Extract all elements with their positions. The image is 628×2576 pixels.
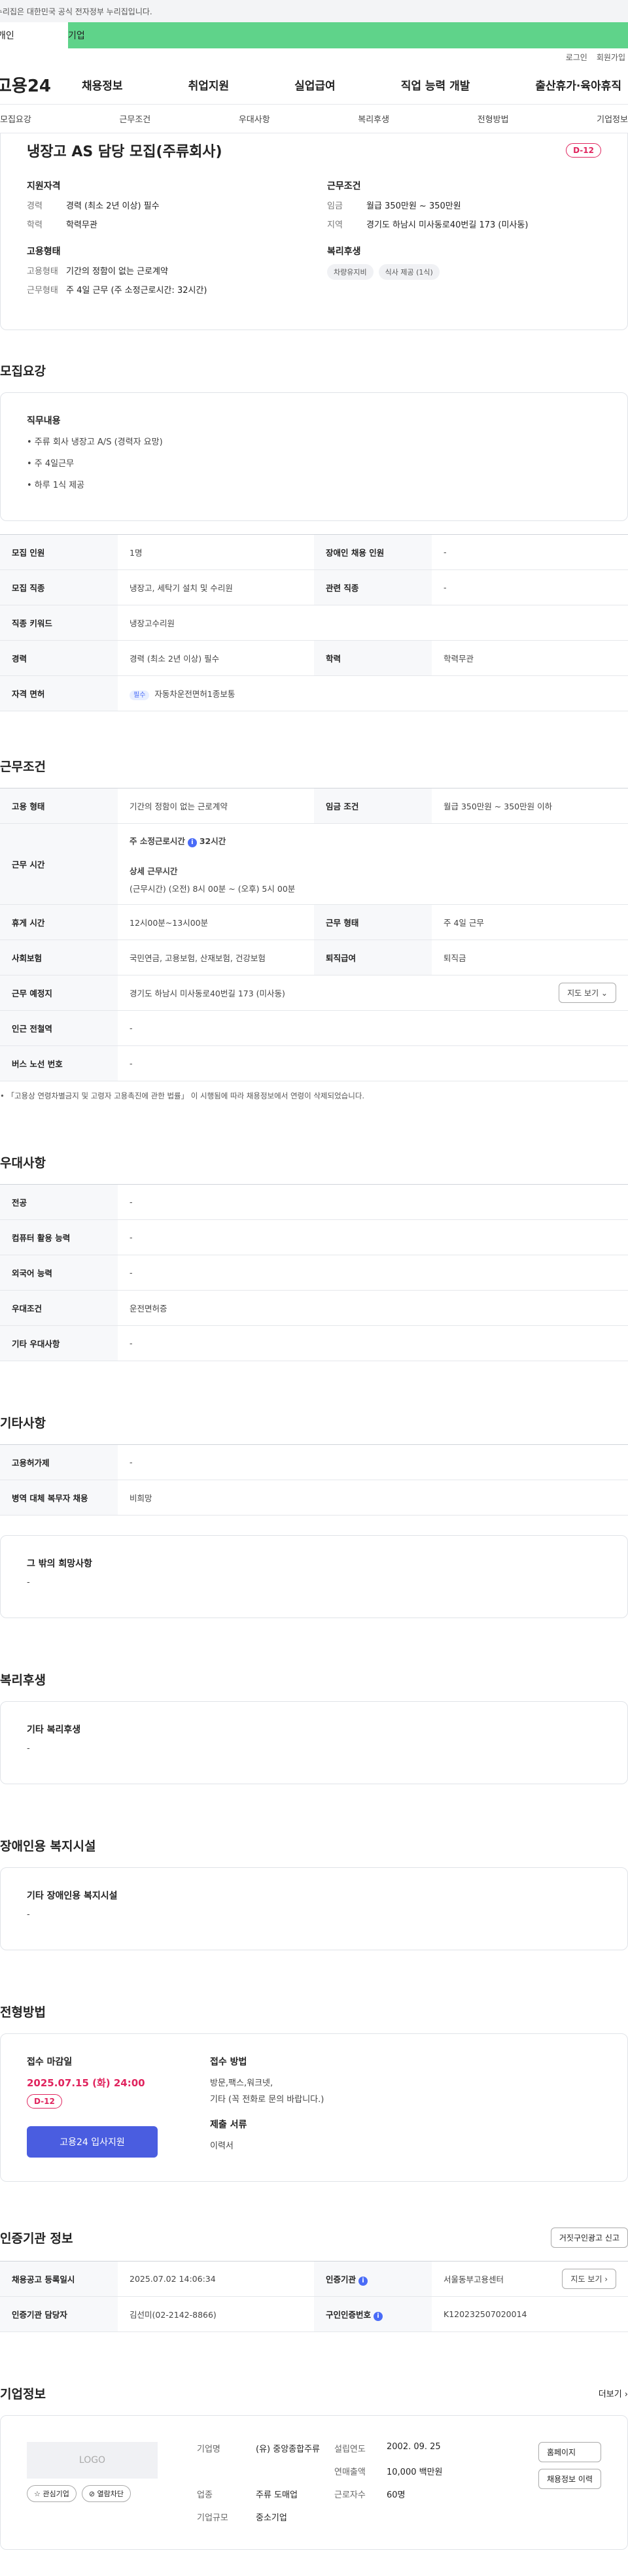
duty-heading: 직무내용 <box>27 416 61 426</box>
block-button[interactable]: ⊘ 열람차단 <box>81 2485 131 2502</box>
pref-title: 우대사항 <box>0 1156 46 1170</box>
work-title: 근무조건 <box>0 760 46 774</box>
process-title: 전형방법 <box>0 2005 46 2020</box>
table-row: 컴퓨터 활용 능력 - <box>0 1219 628 1255</box>
report-button[interactable]: 거짓구인광고 신고 <box>550 2228 628 2248</box>
utility-links: 로그인 회원가입 <box>0 48 628 65</box>
table-row: 사회보험 국민연금, 고용보험, 산재보험, 건강보험 퇴직급여 퇴직금 <box>0 940 628 975</box>
tab-business[interactable]: 기업 <box>68 22 628 48</box>
recruit-title: 모집요강 <box>0 364 46 379</box>
table-row: 근무 시간 주 소정근로시간 i 32시간 상세 근무시간 (근무시간) (오전) … <box>0 823 628 905</box>
more-link[interactable]: 더보기 › <box>599 2387 628 2399</box>
logo[interactable]: 고용24 <box>0 73 82 97</box>
table-row: 병역 대체 복무자 채용 비희망 <box>0 1480 628 1516</box>
gnb-item-jobs[interactable]: 채용정보 <box>82 76 123 93</box>
table-row: 고용 형태 기간의 정함이 없는 근로계약 임금 조건 월급 350만원 ~ 350… <box>0 788 628 824</box>
company-logo: LOGO <box>27 2442 158 2479</box>
cond-heading: 근무조건 <box>327 181 361 192</box>
table-row: 채용공고 등록일시 2025.07.02 14:06:34 인증기관 i 서울동부고… <box>0 2261 628 2297</box>
gnb-item-support[interactable]: 취업지원 <box>188 76 230 93</box>
table-row: 외국어 능력 - <box>0 1255 628 1291</box>
subnav-welfare[interactable]: 복리후생 <box>358 112 389 125</box>
history-button[interactable]: 채용정보 이력 <box>538 2469 601 2489</box>
dday-badge: D-12 <box>27 2094 62 2109</box>
cert-title: 인증기관 정보 <box>0 2231 73 2246</box>
welfare-heading: 복리후생 <box>327 246 361 257</box>
table-row: 모집 직종 냉장고, 세탁기 설치 및 수리원 관련 직종 - <box>0 569 628 605</box>
table-row: 인증기관 담당자 김선미(02-2142-8866) 구인인증번호 i K12023… <box>0 2296 628 2332</box>
emp-heading: 고용형태 <box>27 246 61 257</box>
info-icon[interactable]: i <box>374 2311 383 2321</box>
etc-title: 기타사항 <box>0 1416 46 1431</box>
gnb-item-leave[interactable]: 출산휴가·육아휴직 <box>535 76 621 93</box>
welfare-title: 복리후생 <box>0 1673 46 1687</box>
gnb-item-benefit[interactable]: 실업급여 <box>294 76 336 93</box>
duty-item: • 주 4일근무 <box>27 459 75 469</box>
table-row: 경력 경력 (최소 2년 이상) 필수 학력 학력무관 <box>0 640 628 676</box>
dday-badge: D-12 <box>566 143 601 158</box>
welfare-chip: 차량유지비 <box>327 264 374 280</box>
gnb-item-training[interactable]: 직업 능력 개발 <box>401 76 470 93</box>
qual-heading: 지원자격 <box>27 181 61 192</box>
process-box: 접수 마감일 2025.07.15 (화) 24:00 D-12 고용24 입사… <box>0 2033 628 2182</box>
table-row: 버스 노선 번호 - <box>0 1045 628 1081</box>
role-tabs: 개인 기업 <box>0 22 628 48</box>
cert-table: 채용공고 등록일시 2025.07.02 14:06:34 인증기관 i 서울동부고… <box>0 2261 628 2332</box>
table-row: 직종 키워드 냉장고수리원 <box>0 605 628 641</box>
hope-box: 그 밖의 희망사항 - <box>0 1535 628 1618</box>
table-row: 전공 - <box>0 1184 628 1220</box>
info-icon[interactable]: i <box>358 2276 368 2286</box>
welfare-chip: 식사 제공 (1식) <box>378 264 440 280</box>
table-row: 휴게 시간 12시00분~13시00분 근무 형태 주 4일 근무 <box>0 904 628 940</box>
table-row: 우대조건 운전면허증 <box>0 1290 628 1326</box>
table-row: 자격 면허 필수 자동차운전면허1종보통 <box>0 675 628 711</box>
table-row: 인근 전철역 - <box>0 1010 628 1046</box>
duty-item: • 하루 1식 제공 <box>27 481 85 490</box>
subnav-recruit[interactable]: 모집요강 <box>0 112 31 125</box>
work-table: 고용 형태 기간의 정함이 없는 근로계약 임금 조건 월급 350만원 ~ 350… <box>0 788 628 1081</box>
section-subnav: 모집요강 근무조건 우대사항 복리후생 전형방법 기업정보 <box>0 105 628 133</box>
age-note: • 「고용상 연령차별금지 및 고령자 고용촉진에 관한 법률」 이 시행됨에 … <box>0 1091 365 1100</box>
map-button[interactable]: 지도 보기 › <box>562 2269 616 2289</box>
gov-notice: 이 누리집은 대한민국 공식 전자정부 누리집입니다. <box>0 0 628 22</box>
map-button[interactable]: 지도 보기 ⌄ <box>559 983 616 1003</box>
table-row: 고용허가제 - <box>0 1444 628 1480</box>
subnav-pref[interactable]: 우대사항 <box>239 112 270 125</box>
etc-table: 고용허가제 - 병역 대체 복무자 채용 비희망 <box>0 1444 628 1516</box>
subnav-process[interactable]: 전형방법 <box>478 112 509 125</box>
homepage-button[interactable]: 홈페이지 <box>538 2442 601 2462</box>
table-row: 모집 인원 1명 장애인 채용 인원 - <box>0 534 628 570</box>
company-card: LOGO ☆ 관심기업 ⊘ 열람차단 기업명 (유) 중앙종합주류 설립연도 200… <box>0 2415 628 2550</box>
favorite-button[interactable]: ☆ 관심기업 <box>27 2485 77 2502</box>
login-link[interactable]: 로그인 <box>566 52 587 63</box>
signup-link[interactable]: 회원가입 <box>597 52 625 63</box>
table-row: 근무 예정지 경기도 하남시 미사동로40번길 173 (미사동) 지도 보기 ⌄ <box>0 975 628 1011</box>
welfare-box: 기타 복리후생 - <box>0 1701 628 1784</box>
disab-title: 장애인용 복지시설 <box>0 1839 96 1854</box>
pref-table: 전공 - 컴퓨터 활용 능력 - 외국어 능력 - 우대조건 운전면허증 기타 우대사항… <box>0 1184 628 1361</box>
company-title: 기업정보 <box>0 2387 46 2401</box>
job-title: 냉장고 AS 담당 모집(주류회사) <box>27 144 222 160</box>
table-row: 기타 우대사항 - <box>0 1325 628 1361</box>
subnav-work[interactable]: 근무조건 <box>119 112 150 125</box>
info-icon[interactable]: i <box>187 838 197 847</box>
required-badge: 필수 <box>130 690 150 700</box>
disab-box: 기타 장애인용 복지시설 - <box>0 1867 628 1950</box>
global-nav: 고용24 채용정보 취업지원 실업급여 직업 능력 개발 출산휴가·육아휴직 <box>0 65 628 105</box>
recruit-table: 모집 인원 1명 장애인 채용 인원 - 모집 직종 냉장고, 세탁기 설치 및 수리… <box>0 534 628 711</box>
duty-item: • 주류 회사 냉장고 A/S (경력자 요망) <box>27 437 163 447</box>
summary-card: 냉장고 AS 담당 모집(주류회사) D-12 지원자격 경력 경력 (최소 2년… <box>0 133 628 330</box>
tab-personal[interactable]: 개인 <box>0 22 68 48</box>
duty-box: 직무내용 • 주류 회사 냉장고 A/S (경력자 요망) • 주 4일근무 •… <box>0 392 628 521</box>
deadline: 2025.07.15 (화) 24:00 <box>27 2077 145 2089</box>
apply-button[interactable]: 고용24 입사지원 <box>27 2126 158 2158</box>
subnav-company[interactable]: 기업정보 <box>597 112 628 125</box>
